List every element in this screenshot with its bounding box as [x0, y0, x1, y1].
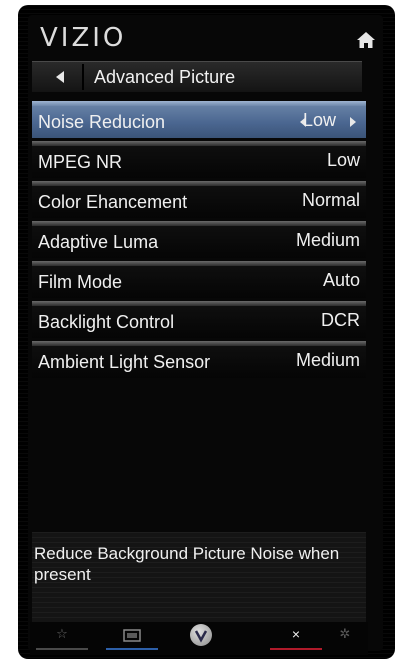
- setting-row-noise-reduction[interactable]: Noise Reducion Low: [32, 101, 366, 138]
- setting-value: Low: [326, 150, 360, 170]
- vizio-logo: VIZIO: [40, 23, 127, 53]
- setting-label: MPEG NR: [38, 152, 123, 172]
- bottom-nav-bar: ☆ × ✲: [30, 622, 368, 655]
- button-underline: [270, 648, 322, 650]
- settings-button[interactable]: ✲: [330, 626, 360, 650]
- setting-label: Film Mode: [38, 272, 123, 292]
- setting-label: Backlight Control: [38, 312, 175, 332]
- setting-label: Color Ehancement: [38, 192, 188, 212]
- submenu-header[interactable]: Advanced Picture: [32, 61, 362, 92]
- setting-row-mpeg-nr[interactable]: MPEG NR Low: [32, 141, 366, 178]
- close-icon: ×: [291, 626, 301, 642]
- setting-label: Adaptive Luma: [38, 232, 159, 252]
- setting-row-film-mode[interactable]: Film Mode Auto: [32, 261, 366, 298]
- exit-button[interactable]: ×: [270, 626, 322, 650]
- favorites-button[interactable]: ☆: [36, 626, 88, 650]
- setting-label: Noise Reducion: [38, 112, 166, 132]
- help-panel: Reduce Background Picture Noise when pre…: [32, 532, 366, 622]
- star-icon: ☆: [56, 626, 68, 641]
- help-text: Reduce Background Picture Noise when pre…: [34, 544, 340, 584]
- vizio-v-icon: [194, 630, 208, 643]
- submenu-title: Advanced Picture: [94, 67, 236, 87]
- input-button[interactable]: [106, 626, 158, 650]
- settings-list: Noise Reducion Low MPEG NR Low Color Eha…: [32, 101, 366, 381]
- setting-value: Normal: [301, 190, 360, 210]
- button-underline: [36, 648, 88, 650]
- setting-row-backlight-control[interactable]: Backlight Control DCR: [32, 301, 366, 338]
- button-underline: [106, 648, 158, 650]
- gear-icon: ✲: [339, 626, 351, 641]
- value-right-arrow-icon[interactable]: [350, 117, 356, 127]
- menu-header: VIZIO: [30, 15, 382, 61]
- setting-row-adaptive-luma[interactable]: Adaptive Luma Medium: [32, 221, 366, 258]
- vizio-v-button[interactable]: [190, 624, 212, 646]
- back-arrow-icon[interactable]: [56, 71, 64, 83]
- divider: [82, 64, 84, 90]
- home-icon[interactable]: [356, 31, 376, 49]
- setting-value: Auto: [322, 270, 360, 290]
- setting-value: Medium: [295, 350, 360, 370]
- setting-value: Medium: [295, 230, 360, 250]
- setting-row-color-enhancement[interactable]: Color Ehancement Normal: [32, 181, 366, 218]
- setting-value: DCR: [321, 310, 360, 330]
- setting-label: Ambient Light Sensor: [38, 352, 211, 372]
- setting-value: Low: [302, 110, 336, 130]
- input-icon: [123, 629, 141, 642]
- setting-row-ambient-light-sensor[interactable]: Ambient Light Sensor Medium: [32, 341, 366, 378]
